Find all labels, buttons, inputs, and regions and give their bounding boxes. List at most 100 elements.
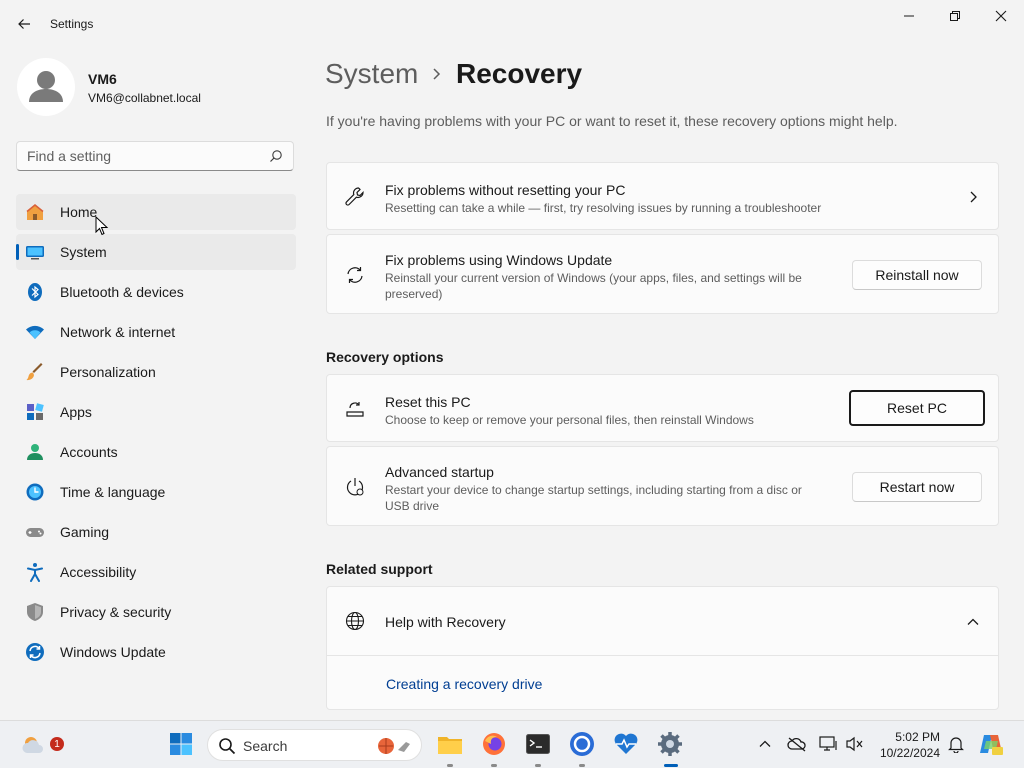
firefox-taskbar-button[interactable]	[481, 731, 507, 757]
card-description: Restart your device to change startup se…	[385, 483, 802, 513]
chevron-up-icon	[759, 740, 771, 747]
user-name: VM6	[88, 71, 117, 87]
sidebar-item-gaming[interactable]: Gaming	[16, 514, 296, 550]
advanced-startup-card: Advanced startup Restart your device to …	[326, 446, 999, 526]
reset-pc-button[interactable]: Reset PC	[849, 390, 985, 426]
fix-using-update-card: Fix problems using Windows Update Reinst…	[326, 234, 999, 314]
sidebar-item-label: Gaming	[60, 524, 110, 540]
show-hidden-icons-button[interactable]	[754, 731, 776, 757]
back-button[interactable]	[12, 12, 36, 36]
clock[interactable]: 5:02 PM 10/22/2024	[874, 729, 940, 761]
sidebar-item-home[interactable]: Home	[16, 194, 296, 230]
avatar[interactable]	[17, 58, 75, 116]
sidebar-item-label: Apps	[60, 404, 92, 420]
sidebar-item-time-language[interactable]: Time & language	[16, 474, 296, 510]
onedrive-tray-button[interactable]	[786, 731, 808, 757]
reset-pc-icon	[346, 402, 364, 417]
divider	[327, 655, 998, 656]
breadcrumb-parent[interactable]: System	[325, 58, 418, 90]
mouse-cursor-icon	[95, 216, 109, 236]
settings-taskbar-button[interactable]	[657, 731, 683, 757]
clock-globe-icon	[26, 483, 44, 501]
close-button[interactable]	[978, 0, 1024, 32]
taskbar-search-label: Search	[243, 738, 288, 754]
minimize-button[interactable]	[886, 0, 932, 32]
back-arrow-icon	[18, 19, 30, 29]
firefox-icon	[483, 733, 505, 755]
taskbar-search[interactable]: Search	[207, 729, 422, 761]
restore-icon	[950, 11, 960, 21]
sidebar-item-label: Network & internet	[60, 324, 176, 340]
active-indicator	[664, 764, 678, 767]
restore-button[interactable]	[932, 0, 978, 32]
weather-icon	[22, 737, 43, 753]
related-support-heading: Related support	[326, 561, 433, 577]
wifi-icon	[26, 325, 44, 339]
search-box[interactable]	[16, 141, 294, 171]
reinstall-now-button[interactable]: Reinstall now	[852, 260, 982, 290]
volume-tray-button[interactable]	[844, 731, 866, 757]
terminal-taskbar-button[interactable]	[525, 731, 551, 757]
wrench-icon	[345, 187, 364, 206]
volume-muted-icon	[846, 736, 863, 752]
minimize-icon	[904, 15, 914, 17]
selection-indicator	[16, 244, 19, 260]
sidebar-item-network[interactable]: Network & internet	[16, 314, 296, 350]
search-icon[interactable]	[269, 149, 283, 163]
sidebar-item-accessibility[interactable]: Accessibility	[16, 554, 296, 590]
recovery-options-heading: Recovery options	[326, 349, 444, 365]
accounts-icon	[27, 444, 43, 460]
shield-icon	[27, 603, 43, 621]
network-tray-button[interactable]	[818, 731, 840, 757]
sidebar-item-system[interactable]: System	[16, 234, 296, 270]
restart-now-button[interactable]: Restart now	[852, 472, 982, 502]
bell-icon	[948, 737, 964, 753]
sidebar-item-label: Bluetooth & devices	[60, 284, 184, 300]
start-button[interactable]	[168, 731, 194, 757]
health-monitor-taskbar-button[interactable]	[613, 731, 639, 757]
sidebar-item-label: Time & language	[60, 484, 166, 500]
notifications-button[interactable]	[945, 731, 967, 757]
help-with-recovery-header[interactable]: Help with Recovery	[327, 587, 998, 655]
card-description: Resetting can take a while — first, try …	[385, 201, 822, 215]
card-title: Advanced startup	[385, 464, 494, 480]
fix-without-reset-card[interactable]: Fix problems without resetting your PC R…	[326, 162, 999, 230]
running-indicator	[491, 764, 497, 767]
sidebar-item-personalization[interactable]: Personalization	[16, 354, 296, 390]
sync-icon	[347, 267, 363, 283]
title-bar: Settings	[0, 0, 1024, 48]
browser-icon	[570, 732, 594, 756]
running-indicator	[579, 764, 585, 767]
sidebar-item-label: Accessibility	[60, 564, 137, 580]
chevron-right-icon	[433, 68, 441, 80]
running-indicator	[447, 764, 453, 767]
page-title: Recovery	[456, 58, 583, 89]
weather-widget[interactable]: 1	[18, 730, 64, 760]
sidebar-item-label: Home	[60, 204, 98, 220]
cloud-offline-icon	[787, 737, 806, 752]
copilot-button[interactable]	[978, 731, 1004, 757]
folder-icon	[438, 737, 462, 754]
sidebar-item-windows-update[interactable]: Windows Update	[16, 634, 296, 670]
sidebar-item-label: Privacy & security	[60, 604, 172, 620]
search-input[interactable]	[27, 142, 257, 170]
windows-logo-icon	[170, 733, 192, 755]
help-with-recovery-card: Help with Recovery Creating a recovery d…	[326, 586, 999, 710]
creating-recovery-drive-link[interactable]: Creating a recovery drive	[386, 676, 542, 692]
card-title: Fix problems without resetting your PC	[385, 182, 626, 198]
sidebar-item-apps[interactable]: Apps	[16, 394, 296, 430]
user-avatar-icon	[29, 71, 63, 102]
sidebar-item-accounts[interactable]: Accounts	[16, 434, 296, 470]
advanced-startup-icon	[346, 478, 364, 496]
gear-icon	[658, 732, 682, 756]
sidebar-item-privacy-security[interactable]: Privacy & security	[16, 594, 296, 630]
sidebar-item-bluetooth[interactable]: Bluetooth & devices	[16, 274, 296, 310]
user-email: VM6@collabnet.local	[88, 91, 201, 105]
heart-pulse-icon	[614, 733, 638, 754]
chevron-up-icon	[967, 618, 979, 625]
browser-taskbar-button[interactable]	[569, 731, 595, 757]
file-explorer-taskbar-button[interactable]	[437, 731, 463, 757]
app-title: Settings	[50, 17, 94, 31]
terminal-icon	[526, 734, 550, 754]
sidebar-item-label: Accounts	[60, 444, 118, 460]
